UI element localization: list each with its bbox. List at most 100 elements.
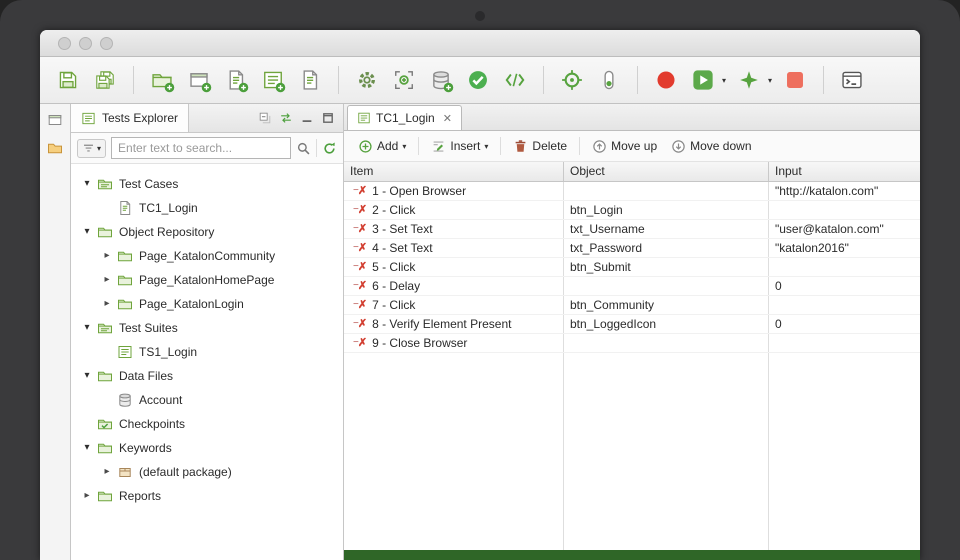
insert-step-button[interactable]: Insert ▾	[425, 136, 494, 157]
settings-button[interactable]	[351, 64, 383, 96]
tree-item-page-katalon-homepage[interactable]: Page_KatalonHomePage	[71, 268, 343, 292]
tree-item-account[interactable]: Account	[71, 388, 343, 412]
toolbar-separator	[579, 137, 580, 155]
window-control-dot[interactable]	[100, 37, 113, 50]
tree-item-test-suites[interactable]: Test Suites	[71, 316, 343, 340]
debug-dropdown-icon[interactable]: ▾	[768, 76, 772, 85]
minimized-folder-icon[interactable]	[47, 140, 63, 156]
run-button[interactable]	[687, 64, 719, 96]
stop-button[interactable]	[779, 64, 811, 96]
expand-toggle[interactable]	[101, 251, 113, 261]
step-input[interactable]: "user@katalon.com"	[769, 222, 920, 236]
add-dropdown-icon[interactable]: ▾	[402, 142, 406, 151]
insert-dropdown-icon[interactable]: ▾	[484, 142, 488, 151]
search-icon[interactable]	[296, 141, 311, 156]
test-step-icon: −✗	[353, 338, 367, 349]
link-with-editor-icon[interactable]	[279, 111, 293, 125]
tree-item-object-repository[interactable]: Object Repository	[71, 220, 343, 244]
tree-item-data-files[interactable]: Data Files	[71, 364, 343, 388]
test-step-row[interactable]: −✗1 - Open Browser "http://katalon.com"	[344, 182, 920, 201]
object-spy-icon	[393, 69, 415, 91]
add-icon	[358, 139, 373, 154]
collapse-all-icon[interactable]	[258, 111, 272, 125]
tree-item-checkpoints[interactable]: Checkpoints	[71, 412, 343, 436]
play-icon	[692, 69, 714, 91]
step-object[interactable]: txt_Username	[564, 222, 769, 236]
tab-tests-explorer[interactable]: Tests Explorer	[71, 104, 189, 132]
test-step-row[interactable]: −✗7 - Click btn_Community	[344, 296, 920, 315]
move-up-button[interactable]: Move up	[586, 136, 663, 157]
maximize-icon[interactable]	[321, 111, 335, 125]
minimized-panel-strip	[40, 104, 71, 560]
expand-toggle[interactable]	[81, 227, 93, 237]
run-dropdown-icon[interactable]: ▾	[722, 76, 726, 85]
expand-toggle[interactable]	[101, 275, 113, 285]
tree-item-reports[interactable]: Reports	[71, 484, 343, 508]
window-control-dot[interactable]	[58, 37, 71, 50]
test-step-row[interactable]: −✗4 - Set Text txt_Password "katalon2016…	[344, 239, 920, 258]
expand-toggle[interactable]	[81, 491, 93, 501]
test-case-icon	[117, 200, 133, 216]
expand-toggle[interactable]	[101, 299, 113, 309]
tree-item-ts1-login[interactable]: TS1_Login	[71, 340, 343, 364]
filter-button[interactable]: ▾	[77, 139, 106, 158]
test-suites-folder-icon	[97, 320, 113, 336]
record-button[interactable]	[650, 64, 682, 96]
test-step-row[interactable]: −✗3 - Set Text txt_Username "user@katalo…	[344, 220, 920, 239]
test-step-row[interactable]: −✗9 - Close Browser	[344, 334, 920, 353]
expand-toggle[interactable]	[81, 371, 93, 381]
step-object[interactable]: txt_Password	[564, 241, 769, 255]
test-step-row[interactable]: −✗6 - Delay 0	[344, 277, 920, 296]
column-header-object[interactable]: Object	[564, 162, 769, 181]
validate-button[interactable]	[462, 64, 494, 96]
delete-step-button[interactable]: Delete	[507, 136, 573, 157]
tree-item-default-package[interactable]: (default package)	[71, 460, 343, 484]
object-spy-button[interactable]	[388, 64, 420, 96]
step-object[interactable]: btn_Community	[564, 298, 769, 312]
step-object[interactable]: btn_Login	[564, 203, 769, 217]
tree-item-page-katalon-community[interactable]: Page_KatalonCommunity	[71, 244, 343, 268]
expand-toggle[interactable]	[101, 467, 113, 477]
search-input[interactable]	[111, 137, 291, 159]
new-test-case-button[interactable]	[183, 64, 215, 96]
save-all-button[interactable]	[89, 64, 121, 96]
move-down-button[interactable]: Move down	[665, 136, 757, 157]
step-input[interactable]: 0	[769, 279, 920, 293]
window-control-dot[interactable]	[79, 37, 92, 50]
column-header-item[interactable]: Item	[344, 162, 564, 181]
console-button[interactable]	[836, 64, 868, 96]
tree-item-tc1-login[interactable]: TC1_Login	[71, 196, 343, 220]
new-data-file-button[interactable]	[425, 64, 457, 96]
test-step-row[interactable]: −✗8 - Verify Element Present btn_LoggedI…	[344, 315, 920, 334]
test-step-row[interactable]: −✗2 - Click btn_Login	[344, 201, 920, 220]
test-steps-table: Item Object Input −✗1 - Open Browser "ht…	[344, 162, 920, 560]
capture-object-button[interactable]	[593, 64, 625, 96]
minimize-icon[interactable]	[300, 111, 314, 125]
close-tab-icon[interactable]: ✕	[443, 112, 452, 125]
column-header-input[interactable]: Input	[769, 162, 920, 181]
record-web-button[interactable]	[556, 64, 588, 96]
new-report-button[interactable]	[294, 64, 326, 96]
expand-toggle[interactable]	[81, 323, 93, 333]
tree-item-test-cases[interactable]: Test Cases	[71, 172, 343, 196]
save-button[interactable]	[52, 64, 84, 96]
new-test-object-button[interactable]	[220, 64, 252, 96]
step-input[interactable]: 0	[769, 317, 920, 331]
debug-button[interactable]	[733, 64, 765, 96]
tree-item-page-katalon-login[interactable]: Page_KatalonLogin	[71, 292, 343, 316]
step-object[interactable]: btn_Submit	[564, 260, 769, 274]
step-input[interactable]: "katalon2016"	[769, 241, 920, 255]
step-object[interactable]: btn_LoggedIcon	[564, 317, 769, 331]
expand-toggle[interactable]	[81, 443, 93, 453]
tab-tc1-login-editor[interactable]: TC1_Login ✕	[347, 105, 462, 130]
test-step-row[interactable]: −✗5 - Click btn_Submit	[344, 258, 920, 277]
add-step-button[interactable]: Add ▾	[352, 136, 412, 157]
new-test-suite-button[interactable]	[257, 64, 289, 96]
refresh-icon[interactable]	[322, 141, 337, 156]
step-input[interactable]: "http://katalon.com"	[769, 184, 920, 198]
restore-panel-icon[interactable]	[47, 112, 63, 128]
new-folder-button[interactable]	[146, 64, 178, 96]
tree-item-keywords[interactable]: Keywords	[71, 436, 343, 460]
script-view-button[interactable]	[499, 64, 531, 96]
expand-toggle[interactable]	[81, 179, 93, 189]
